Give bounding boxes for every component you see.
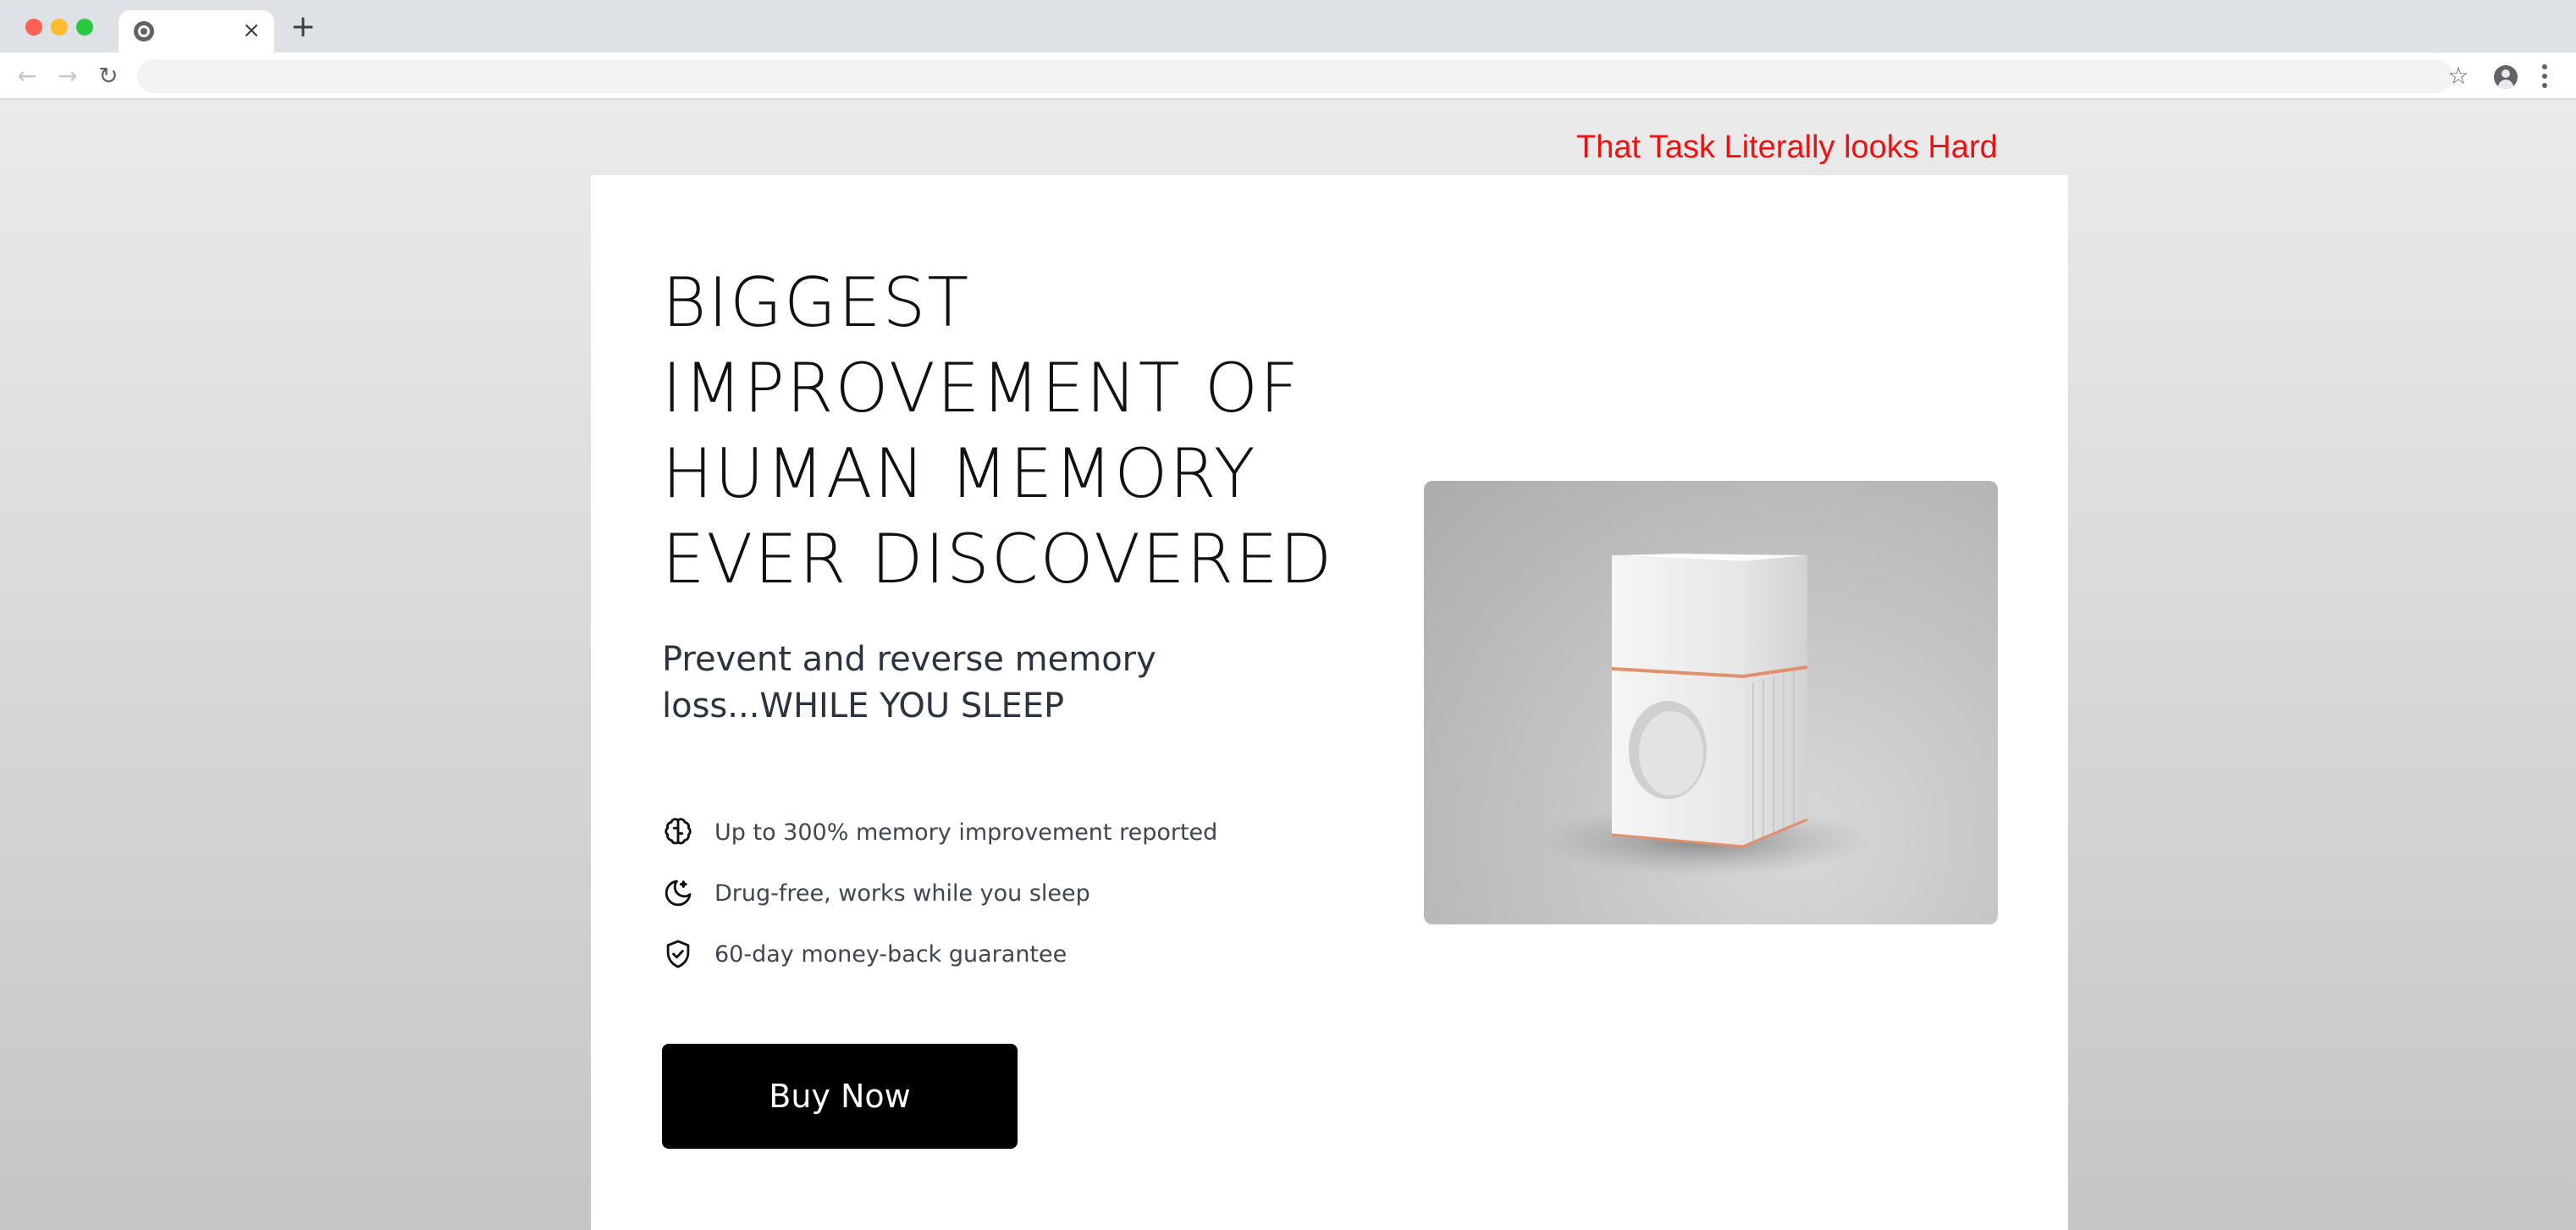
hero-card: BIGGEST IMPROVEMENT OF HUMAN MEMORY EVER…: [591, 175, 2068, 1230]
shield-check-icon: [666, 940, 690, 968]
hero-subheadline: Prevent and reverse memory loss...WHILE …: [662, 640, 1156, 725]
browser-tab[interactable]: ×: [119, 10, 274, 52]
minimize-window-button[interactable]: [51, 19, 68, 36]
sleep-device-illustration: [1534, 554, 1873, 876]
annotation-caption: That Task Literally looks Hard: [1576, 130, 1998, 165]
feature-list: Up to 300% memory improvement reported D…: [662, 802, 1356, 985]
browser-toolbar: ← → ↻ ☆: [0, 52, 2576, 100]
new-tab-button[interactable]: +: [290, 12, 317, 42]
browser-menu-icon[interactable]: [2536, 63, 2553, 90]
product-image: [1424, 481, 1998, 924]
forward-arrow-icon[interactable]: →: [52, 61, 83, 91]
tab-close-icon[interactable]: ×: [240, 19, 262, 41]
chrome-favicon-icon: [134, 21, 154, 41]
address-bar[interactable]: [137, 59, 2453, 93]
headline-line: EVER DISCOVERED: [662, 520, 1334, 598]
feature-item: Up to 300% memory improvement reported: [662, 802, 1356, 863]
feature-text: Drug-free, works while you sleep: [714, 880, 1090, 907]
headline-line: IMPROVEMENT OF: [662, 349, 1300, 427]
close-window-button[interactable]: [25, 19, 42, 36]
feature-item: Drug-free, works while you sleep: [662, 863, 1356, 924]
maximize-window-button[interactable]: [76, 19, 93, 36]
bookmark-star-icon[interactable]: ☆: [2443, 61, 2474, 91]
feature-item: 60-day money-back guarantee: [662, 924, 1356, 985]
back-arrow-icon[interactable]: ←: [12, 61, 42, 91]
headline-line: HUMAN MEMORY: [662, 434, 1257, 513]
hero-headline: BIGGEST IMPROVEMENT OF HUMAN MEMORY EVER…: [662, 260, 1356, 602]
page-viewport: That Task Literally looks Hard BIGGEST I…: [0, 100, 2576, 1230]
tab-strip: × +: [0, 0, 2576, 52]
headline-line: BIGGEST: [662, 263, 971, 342]
profile-avatar-icon[interactable]: [2494, 65, 2518, 89]
feature-text: 60-day money-back guarantee: [714, 940, 1067, 968]
buy-now-button[interactable]: Buy Now: [662, 1044, 1018, 1149]
brain-icon: [665, 818, 692, 845]
reload-icon[interactable]: ↻: [93, 61, 124, 91]
feature-text: Up to 300% memory improvement reported: [714, 819, 1218, 846]
moon-icon: [665, 880, 692, 907]
